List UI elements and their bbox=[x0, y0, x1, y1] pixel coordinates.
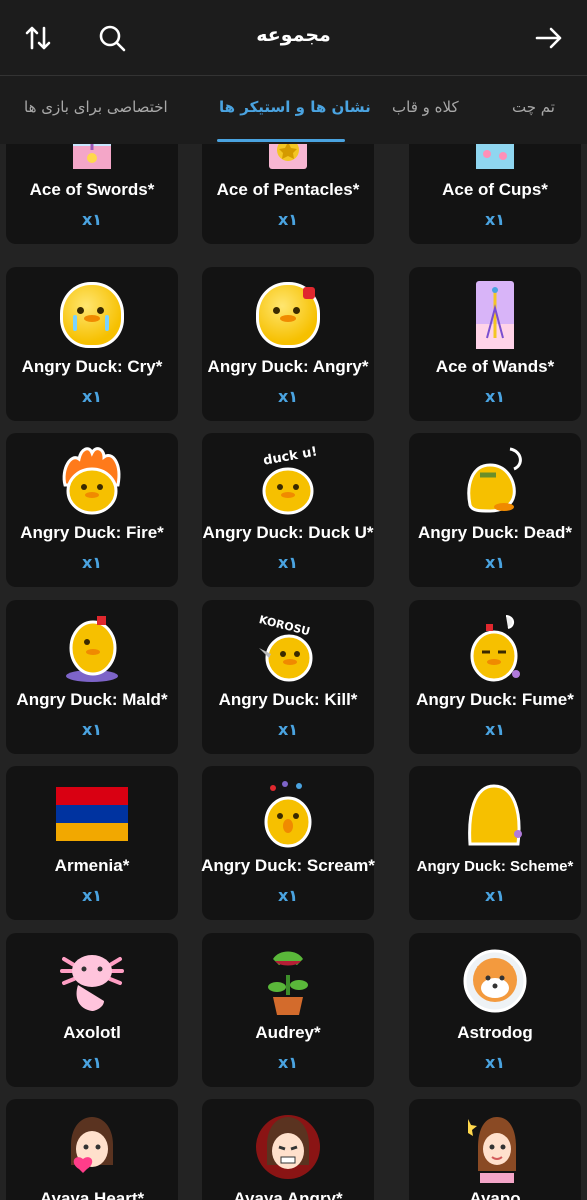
duck-fire-icon bbox=[56, 445, 128, 517]
sticker-count: x۱ bbox=[484, 387, 506, 406]
sticker-card[interactable]: Ace of Wands* x۱ bbox=[409, 267, 581, 421]
sticker-card[interactable]: KOROSU Angry Duck: Kill* x۱ bbox=[202, 600, 374, 754]
sticker-count: x۱ bbox=[277, 1053, 299, 1072]
sticker-card[interactable]: Ace of Pentacles* x۱ bbox=[202, 144, 374, 244]
tarot-pentacles-icon bbox=[252, 144, 324, 174]
sticker-name: Audrey* bbox=[255, 1023, 321, 1042]
duck-duck-u-icon: duck u! bbox=[252, 445, 324, 517]
sticker-card[interactable]: Ayaya Heart* bbox=[6, 1099, 178, 1200]
sticker-card[interactable]: duck u! Angry Duck: Duck U* x۱ bbox=[202, 433, 374, 587]
sticker-count: x۱ bbox=[81, 553, 103, 572]
sticker-card[interactable]: Ace of Swords* x۱ bbox=[6, 144, 178, 244]
sticker-card[interactable]: Ayaya Angry* bbox=[202, 1099, 374, 1200]
sticker-count: x۱ bbox=[277, 553, 299, 572]
sticker-name: Angry Duck: Fire* bbox=[20, 523, 164, 542]
axolotl-icon bbox=[56, 945, 128, 1017]
sticker-card[interactable]: Angry Duck: Fire* x۱ bbox=[6, 433, 178, 587]
tab-bar: تم چت کلاه و قاب نشان ها و استیکر ها اخت… bbox=[0, 76, 587, 144]
sticker-card[interactable]: Angry Duck: Dead* x۱ bbox=[409, 433, 581, 587]
sticker-count: x۱ bbox=[277, 387, 299, 406]
sticker-card[interactable]: Angry Duck: Angry* x۱ bbox=[202, 267, 374, 421]
sticker-name: Ayaya Heart* bbox=[39, 1189, 145, 1200]
sticker-name: Ayapo bbox=[469, 1189, 521, 1200]
sticker-card[interactable]: Angry Duck: Scream* x۱ bbox=[201, 766, 375, 920]
sticker-name: Ace of Wands* bbox=[435, 357, 555, 376]
sticker-card[interactable]: Armenia* x۱ bbox=[6, 766, 178, 920]
sticker-count: x۱ bbox=[81, 210, 103, 229]
sticker-card[interactable]: Axolotl x۱ bbox=[6, 933, 178, 1087]
sticker-card[interactable]: Angry Duck: Cry* x۱ bbox=[6, 267, 178, 421]
sticker-name: Angry Duck: Cry* bbox=[21, 357, 163, 376]
page-title: مجموعه bbox=[256, 24, 331, 46]
sticker-name: Astrodog bbox=[457, 1023, 533, 1042]
svg-text:KOROSU: KOROSU bbox=[258, 613, 312, 638]
tab-hats-frames[interactable]: کلاه و قاب bbox=[392, 98, 459, 116]
sticker-count: x۱ bbox=[484, 1053, 506, 1072]
sticker-name: Angry Duck: Scheme* bbox=[416, 858, 574, 875]
sticker-count: x۱ bbox=[277, 720, 299, 739]
sticker-card[interactable]: Ayapo bbox=[409, 1099, 581, 1200]
sticker-count: x۱ bbox=[484, 553, 506, 572]
sticker-name: Ace of Swords* bbox=[29, 180, 155, 199]
duck-scheme-icon bbox=[459, 778, 531, 850]
tarot-swords-icon bbox=[56, 144, 128, 174]
duck-angry-icon bbox=[252, 279, 324, 351]
sticker-name: Ace of Cups* bbox=[442, 180, 548, 199]
sticker-card[interactable]: Angry Duck: Mald* x۱ bbox=[6, 600, 178, 754]
ayaya-angry-icon bbox=[252, 1111, 324, 1183]
astrodog-icon bbox=[459, 945, 531, 1017]
sticker-name: Angry Duck: Dead* bbox=[418, 523, 572, 542]
tarot-cups-icon bbox=[459, 144, 531, 174]
sticker-count: x۱ bbox=[484, 210, 506, 229]
sticker-count: x۱ bbox=[81, 387, 103, 406]
tarot-wands-icon bbox=[459, 279, 531, 351]
duck-fume-icon bbox=[459, 612, 531, 684]
duck-kill-icon: KOROSU bbox=[252, 612, 324, 684]
arrow-right-icon[interactable] bbox=[531, 20, 567, 56]
duck-mald-icon bbox=[56, 612, 128, 684]
sticker-name: Armenia* bbox=[54, 856, 130, 875]
sticker-card[interactable]: Astrodog x۱ bbox=[409, 933, 581, 1087]
sticker-name: Angry Duck: Scream* bbox=[201, 856, 375, 875]
duck-cry-icon bbox=[56, 279, 128, 351]
sticker-count: x۱ bbox=[484, 886, 506, 905]
sticker-name: Axolotl bbox=[63, 1023, 121, 1042]
ayaya-heart-icon bbox=[56, 1111, 128, 1183]
sticker-count: x۱ bbox=[277, 210, 299, 229]
sticker-name: Angry Duck: Mald* bbox=[16, 690, 168, 709]
sticker-count: x۱ bbox=[277, 886, 299, 905]
sticker-name: Angry Duck: Duck U* bbox=[202, 523, 374, 542]
tab-chat-theme[interactable]: تم چت bbox=[512, 98, 555, 116]
active-tab-indicator bbox=[217, 139, 345, 142]
sticker-count: x۱ bbox=[484, 720, 506, 739]
ayapo-icon bbox=[459, 1111, 531, 1183]
sticker-name: Ace of Pentacles* bbox=[216, 180, 360, 199]
sticker-card[interactable]: Angry Duck: Fume* x۱ bbox=[409, 600, 581, 754]
tab-game-exclusive[interactable]: اختصاصی برای بازی ها bbox=[24, 98, 168, 116]
tab-badges-stickers[interactable]: نشان ها و استیکر ها bbox=[219, 98, 371, 116]
armenia-flag-icon bbox=[56, 778, 128, 850]
sticker-count: x۱ bbox=[81, 720, 103, 739]
sticker-count: x۱ bbox=[81, 886, 103, 905]
sticker-name: Ayaya Angry* bbox=[233, 1189, 343, 1200]
sticker-card[interactable]: Audrey* x۱ bbox=[202, 933, 374, 1087]
duck-scream-icon bbox=[252, 778, 324, 850]
sticker-card[interactable]: Angry Duck: Scheme* x۱ bbox=[409, 766, 581, 920]
top-bar: مجموعه bbox=[0, 0, 587, 76]
sticker-name: Angry Duck: Fume* bbox=[416, 690, 574, 709]
sticker-grid: Ace of Swords* x۱ Ace of Pentacles* x۱ A… bbox=[0, 144, 587, 1200]
sticker-count: x۱ bbox=[81, 1053, 103, 1072]
sticker-name: Angry Duck: Kill* bbox=[218, 690, 358, 709]
plant-icon bbox=[252, 945, 324, 1017]
sticker-name: Angry Duck: Angry* bbox=[207, 357, 369, 376]
sticker-card[interactable]: Ace of Cups* x۱ bbox=[409, 144, 581, 244]
duck-dead-icon bbox=[459, 445, 531, 517]
svg-text:duck u!: duck u! bbox=[262, 445, 318, 469]
